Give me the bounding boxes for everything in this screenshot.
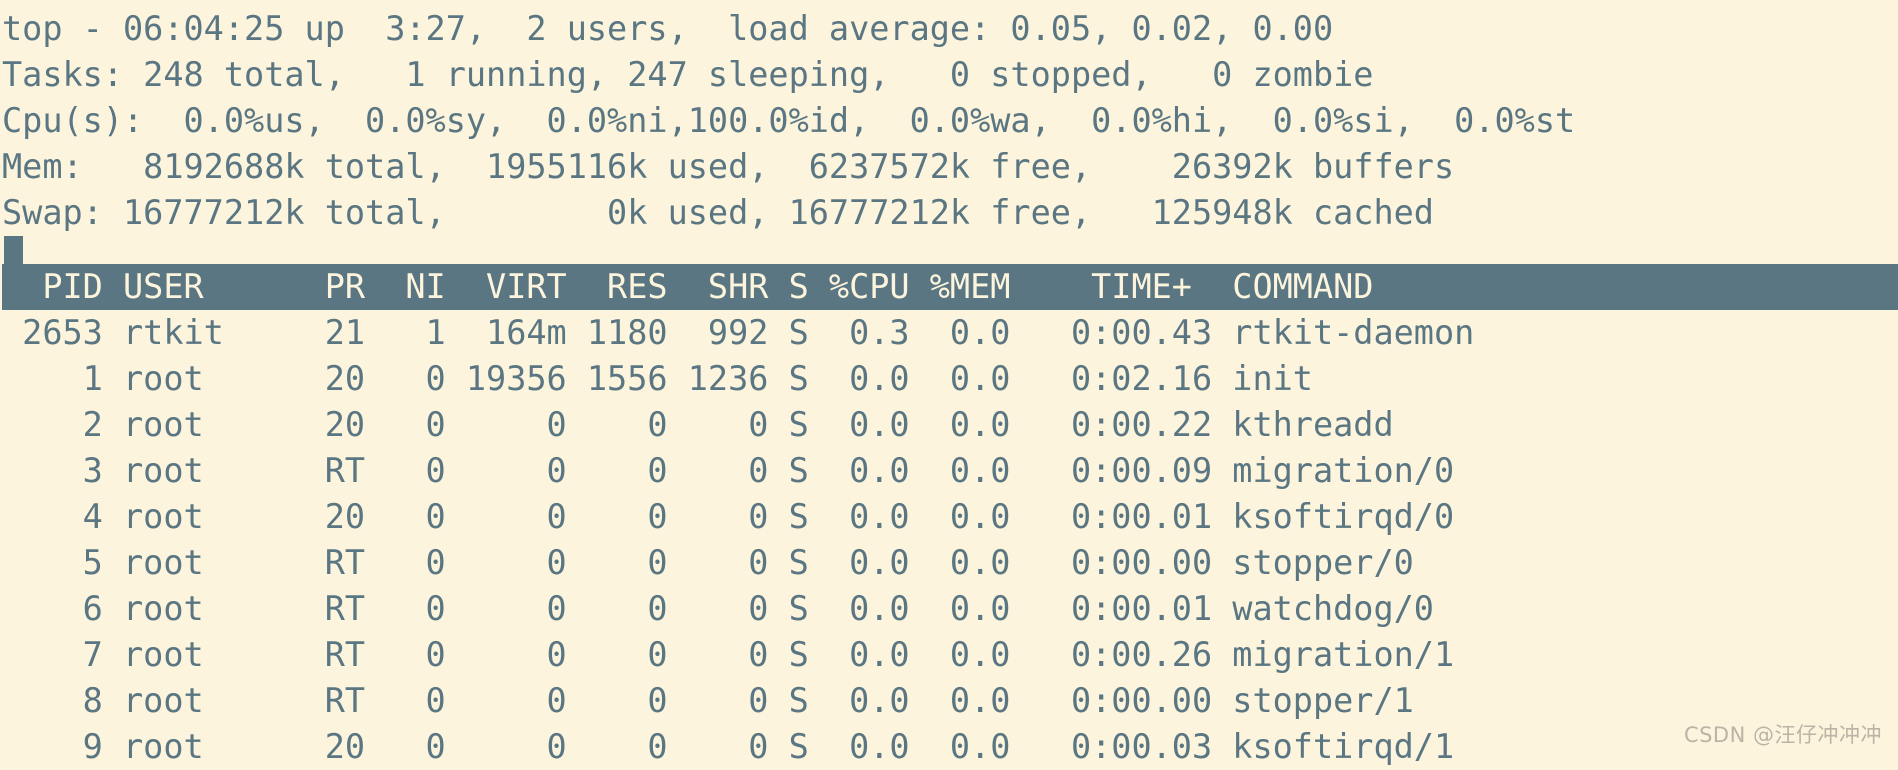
- top-mem-line: Mem: 8192688k total, 1955116k used, 6237…: [2, 147, 1455, 186]
- top-uptime-line: top - 06:04:25 up 3:27, 2 users, load av…: [2, 9, 1334, 48]
- terminal-window[interactable]: top - 06:04:25 up 3:27, 2 users, load av…: [0, 0, 1898, 766]
- table-row: 2 root 20 0 0 0 0 S 0.0 0.0 0:00.22 kthr…: [2, 405, 1394, 444]
- table-row: 8 root RT 0 0 0 0 S 0.0 0.0 0:00.00 stop…: [2, 681, 1414, 720]
- table-row: 2653 rtkit 21 1 164m 1180 992 S 0.3 0.0 …: [2, 313, 1475, 352]
- table-row: 4 root 20 0 0 0 0 S 0.0 0.0 0:00.01 ksof…: [2, 497, 1455, 536]
- cursor-row: [2, 236, 1898, 281]
- process-table-header: PID USER PR NI VIRT RES SHR S %CPU %MEM …: [2, 264, 1898, 310]
- top-tasks-line: Tasks: 248 total, 1 running, 247 sleepin…: [2, 55, 1374, 94]
- process-table-body: 2653 rtkit 21 1 164m 1180 992 S 0.3 0.0 …: [2, 310, 1898, 770]
- table-row: 3 root RT 0 0 0 0 S 0.0 0.0 0:00.09 migr…: [2, 451, 1455, 490]
- csdn-watermark: CSDN @汪仔冲冲冲: [1683, 723, 1882, 747]
- table-row: 9 root 20 0 0 0 0 S 0.0 0.0 0:00.03 ksof…: [2, 727, 1455, 766]
- table-row: 7 root RT 0 0 0 0 S 0.0 0.0 0:00.26 migr…: [2, 635, 1455, 674]
- table-row: 6 root RT 0 0 0 0 S 0.0 0.0 0:00.01 watc…: [2, 589, 1434, 628]
- table-row: 5 root RT 0 0 0 0 S 0.0 0.0 0:00.00 stop…: [2, 543, 1414, 582]
- table-row: 1 root 20 0 19356 1556 1236 S 0.0 0.0 0:…: [2, 359, 1313, 398]
- top-swap-line: Swap: 16777212k total, 0k used, 16777212…: [2, 193, 1434, 232]
- top-cpu-line: Cpu(s): 0.0%us, 0.0%sy, 0.0%ni,100.0%id,…: [2, 101, 1576, 140]
